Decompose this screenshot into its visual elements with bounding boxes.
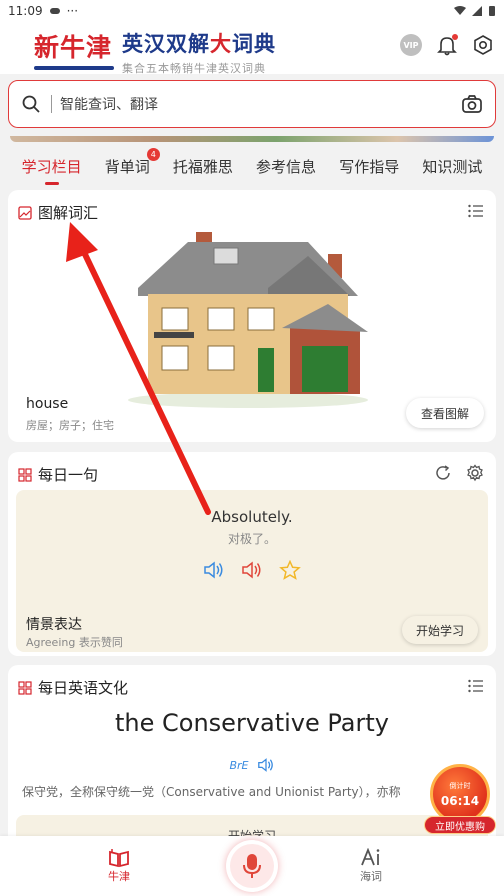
nav-oxford[interactable]: 牛津 xyxy=(108,848,130,884)
speaker-red-icon[interactable] xyxy=(241,560,263,580)
camera-icon[interactable] xyxy=(461,94,483,114)
search-icon xyxy=(22,95,40,113)
start-learning-button[interactable]: 开始学习 xyxy=(402,616,478,644)
scene-expression-row: 情景表达 Agreeing 表示赞同 开始学习 xyxy=(16,606,488,652)
sentence-english: Absolutely. xyxy=(211,508,293,526)
gear-icon[interactable] xyxy=(466,464,484,482)
vip-icon[interactable]: VIP xyxy=(400,34,422,56)
tab-knowledge-test[interactable]: 知识测试 xyxy=(420,150,484,183)
culture-term: the Conservative Party xyxy=(115,709,389,737)
status-bar: 11:09 ··· xyxy=(0,0,504,22)
nav-dict-label: 海词 xyxy=(360,870,382,883)
card-title: 每日英语文化 xyxy=(38,679,129,697)
logo-title: 英汉双解大词典 xyxy=(122,31,277,56)
card-title: 每日一句 xyxy=(38,466,99,484)
tab-toefl-ielts[interactable]: 托福雅思 xyxy=(171,150,235,183)
culture-definition: 保守党，全称保守统一党（Conservative and Unionist Pa… xyxy=(22,785,401,799)
sentence-box: Absolutely. 对极了。 xyxy=(16,490,488,606)
sentence-chinese: 对极了。 xyxy=(227,532,276,546)
banner-strip[interactable] xyxy=(10,136,494,142)
alarm-clock-icon: 倒计时 06:14 xyxy=(430,764,490,824)
list-menu-icon[interactable] xyxy=(468,679,484,693)
tab-writing-guide[interactable]: 写作指导 xyxy=(337,150,401,183)
wifi-icon xyxy=(454,6,466,15)
signal-icon xyxy=(472,6,482,16)
speaker-icon[interactable] xyxy=(257,757,275,773)
book-icon xyxy=(109,849,129,868)
tab-badge: 4 xyxy=(146,147,160,161)
tab-study-column[interactable]: 学习栏目 xyxy=(20,150,84,183)
app-header: 新牛津 英汉双解大词典 集合五本畅销牛津英汉词典 VIP xyxy=(0,22,504,76)
daily-culture-card: 每日英语文化 the Conservative Party BrE 保守党，全称… xyxy=(8,665,496,845)
tab-reference-info[interactable]: 参考信息 xyxy=(254,150,318,183)
logo-subtitle: 集合五本畅销牛津英汉词典 xyxy=(122,62,267,75)
vocab-definition: 房屋；房子；住宅 xyxy=(26,419,114,432)
gamepad-icon xyxy=(49,8,60,14)
list-menu-icon[interactable] xyxy=(468,204,484,218)
voice-input-button[interactable] xyxy=(226,840,278,892)
search-input[interactable]: 智能查词、翻译 xyxy=(60,94,158,114)
nav-dict-cn[interactable]: 海词 xyxy=(360,848,382,884)
accent-label: BrE xyxy=(229,758,249,772)
illustrated-vocab-card[interactable]: 图解词汇 house 房屋；房子；住宅 查看图解 xyxy=(8,190,496,442)
scene-title: 情景表达 xyxy=(26,617,82,633)
card-title: 图解词汇 xyxy=(38,204,99,222)
speaker-blue-icon[interactable] xyxy=(203,560,225,580)
bottom-nav: 牛津 海词 xyxy=(0,836,504,896)
discount-buy-button[interactable]: 立即优惠购 xyxy=(424,816,496,834)
daily-sentence-card: 每日一句 Absolutely. 对极了。 情景表达 Agreeing 表示赞同… xyxy=(8,452,496,656)
microphone-icon xyxy=(243,854,261,878)
view-illustration-button[interactable]: 查看图解 xyxy=(406,398,484,428)
notification-dot xyxy=(452,34,458,40)
vocab-word: house xyxy=(26,396,69,412)
picture-icon xyxy=(18,205,32,220)
house-illustration xyxy=(128,232,368,408)
status-time: 11:09 xyxy=(8,4,43,18)
logo-main-text: 新牛津 xyxy=(34,33,113,62)
grid-icon xyxy=(18,680,32,695)
grid-icon xyxy=(18,467,32,482)
refresh-icon[interactable] xyxy=(434,464,452,482)
category-tabs: 学习栏目 背单词 4 托福雅思 参考信息 写作指导 知识测试 xyxy=(0,146,504,186)
countdown-time: 06:14 xyxy=(440,794,480,808)
search-bar[interactable]: 智能查词、翻译 xyxy=(8,80,496,128)
ai-icon xyxy=(361,848,380,866)
nav-oxford-label: 牛津 xyxy=(108,870,130,883)
star-icon[interactable] xyxy=(279,560,301,580)
status-dots: ··· xyxy=(66,4,79,18)
app-logo: 新牛津 英汉双解大词典 集合五本畅销牛津英汉词典 xyxy=(34,28,276,76)
promo-countdown[interactable]: 倒计时 06:14 立即优惠购 xyxy=(424,760,496,836)
settings-icon[interactable] xyxy=(472,34,494,56)
tab-memorize-words[interactable]: 背单词 4 xyxy=(103,147,160,183)
scene-subtitle: Agreeing 表示赞同 xyxy=(26,636,123,649)
bell-icon[interactable] xyxy=(436,34,458,56)
battery-icon xyxy=(489,6,495,16)
